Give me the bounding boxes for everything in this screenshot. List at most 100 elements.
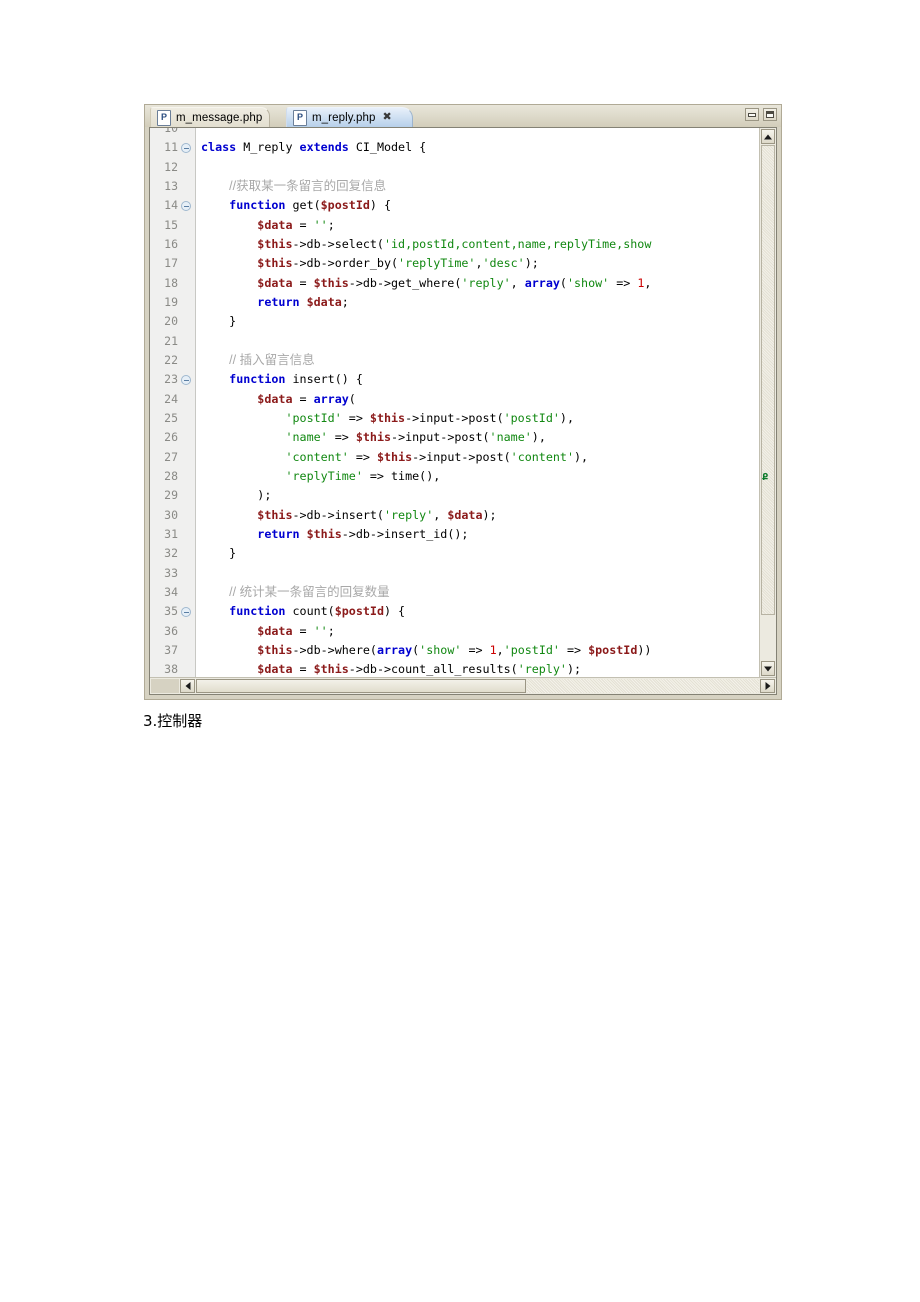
vertical-scrollbar-thumb[interactable] (761, 145, 775, 615)
maximize-icon[interactable] (763, 108, 777, 121)
line-number: 17 (164, 256, 178, 271)
scroll-right-button[interactable] (760, 679, 775, 693)
gutter-row: 35 (150, 602, 195, 621)
line-number: 29 (164, 488, 178, 503)
gutter-row: 29 (150, 486, 195, 505)
gutter-row: 13 (150, 177, 195, 196)
fold-collapse-icon[interactable] (181, 607, 191, 618)
line-number: 24 (164, 391, 178, 406)
code-line: function insert() { (229, 372, 363, 387)
code-line: function count($postId) { (229, 604, 406, 619)
line-number: 33 (164, 565, 178, 580)
gutter-row: 17 (150, 254, 195, 273)
code-line: $this->db->where(array('show' => 1,'post… (257, 642, 652, 657)
horizontal-scrollbar-track[interactable] (527, 679, 759, 693)
gutter-row: 22 (150, 351, 195, 370)
line-number: 15 (164, 217, 178, 232)
scroll-left-button[interactable] (180, 679, 195, 693)
gutter-rows: 10 11 12 13 14 15 16 17 18 19 20 21 22 23 24 25 26 27 28 29… (150, 128, 195, 677)
gutter-row: 25 (150, 409, 195, 428)
fold-collapse-icon[interactable] (181, 201, 191, 212)
line-number: 21 (164, 333, 178, 348)
line-number: 34 (164, 584, 178, 599)
line-number: 36 (164, 623, 178, 638)
code-line: function get($postId) { (229, 198, 392, 213)
scrollbar-corner (151, 679, 179, 693)
line-number: 18 (164, 275, 178, 290)
line-number: 22 (164, 352, 178, 367)
line-number: 19 (164, 294, 178, 309)
tab-label: m_reply.php (312, 111, 376, 124)
code-line: 'content' => $this->input->post('content… (285, 449, 589, 464)
code-line: } (201, 546, 237, 561)
scroll-down-button[interactable] (761, 661, 775, 676)
line-number: 11 (164, 140, 178, 155)
eclipse-editor-window: m_message.php m_reply.php ✖ 10 11 12 13 14 15… (144, 104, 782, 700)
line-number: 31 (164, 526, 178, 541)
gutter-row: 28 (150, 467, 195, 486)
gutter-row: 32 (150, 544, 195, 563)
line-number: 35 (164, 604, 178, 619)
gutter-row: 23 (150, 370, 195, 389)
gutter-row: 10 (150, 128, 195, 138)
code-line: $data = ''; (257, 623, 335, 638)
gutter-row: 21 (150, 332, 195, 351)
line-number: 12 (164, 159, 178, 174)
horizontal-scrollbar[interactable] (150, 677, 776, 694)
annotation-marker-icon: Ք (762, 472, 769, 483)
code-line: //获取某一条留言的回复信息 (229, 178, 387, 193)
gutter-row: 37 (150, 641, 195, 660)
code-line: $this->db->select('id,postId,content,nam… (257, 236, 652, 251)
fold-collapse-icon[interactable] (181, 143, 191, 154)
line-number: 20 (164, 314, 178, 329)
code-line: 'replyTime' => time(), (285, 468, 441, 483)
line-number-gutter: 10 11 12 13 14 15 16 17 18 19 20 21 22 23 24 25 26 27 28 29… (150, 128, 196, 677)
line-number: 32 (164, 546, 178, 561)
code-line: $data = $this->db->get_where('reply', ar… (257, 275, 652, 290)
code-line: 'name' => $this->input->post('name'), (285, 430, 546, 445)
line-number: 25 (164, 410, 178, 425)
code-line: $data = array( (257, 391, 356, 406)
gutter-row: 20 (150, 312, 195, 331)
code-viewport[interactable]: 10 11 12 13 14 15 16 17 18 19 20 21 22 23 24 25 26 27 28 29… (150, 128, 759, 677)
php-file-icon (157, 109, 171, 126)
gutter-row: 15 (150, 216, 195, 235)
gutter-row: 36 (150, 622, 195, 641)
gutter-row: 30 (150, 506, 195, 525)
minimize-icon[interactable] (745, 108, 759, 121)
arrow-up-icon (764, 134, 772, 139)
editor-tab-strip: m_message.php m_reply.php ✖ (145, 105, 781, 127)
close-icon[interactable]: ✖ (383, 112, 392, 123)
code-line: $this->db->insert('reply', $data); (257, 507, 497, 522)
gutter-row: 19 (150, 293, 195, 312)
code-text-area[interactable]: class M_reply extends CI_Model { //获取某一条… (197, 128, 759, 677)
fold-collapse-icon[interactable] (181, 375, 191, 386)
scroll-up-button[interactable] (761, 129, 775, 144)
horizontal-scrollbar-thumb[interactable] (196, 679, 526, 693)
line-number: 16 (164, 236, 178, 251)
code-line: $data = $this->db->count_all_results('re… (257, 662, 582, 677)
line-number: 14 (164, 198, 178, 213)
code-line: $this->db->order_by('replyTime','desc'); (257, 256, 539, 271)
vertical-scrollbar[interactable]: Ք (759, 128, 776, 677)
gutter-row: 31 (150, 525, 195, 544)
editor-body: 10 11 12 13 14 15 16 17 18 19 20 21 22 23 24 25 26 27 28 29… (149, 127, 777, 695)
gutter-row: 26 (150, 428, 195, 447)
line-number: 26 (164, 430, 178, 445)
gutter-row: 27 (150, 448, 195, 467)
code-line: } (201, 314, 237, 329)
gutter-row: 33 (150, 564, 195, 583)
tab-m-reply-php[interactable]: m_reply.php ✖ (286, 107, 413, 127)
php-file-icon (293, 109, 307, 126)
gutter-row: 34 (150, 583, 195, 602)
line-number: 28 (164, 468, 178, 483)
code-line: return $data; (257, 294, 349, 309)
line-number: 27 (164, 449, 178, 464)
code-line: 'postId' => $this->input->post('postId')… (285, 410, 574, 425)
tab-m-message-php[interactable]: m_message.php (150, 107, 271, 127)
arrow-right-icon (765, 682, 770, 690)
